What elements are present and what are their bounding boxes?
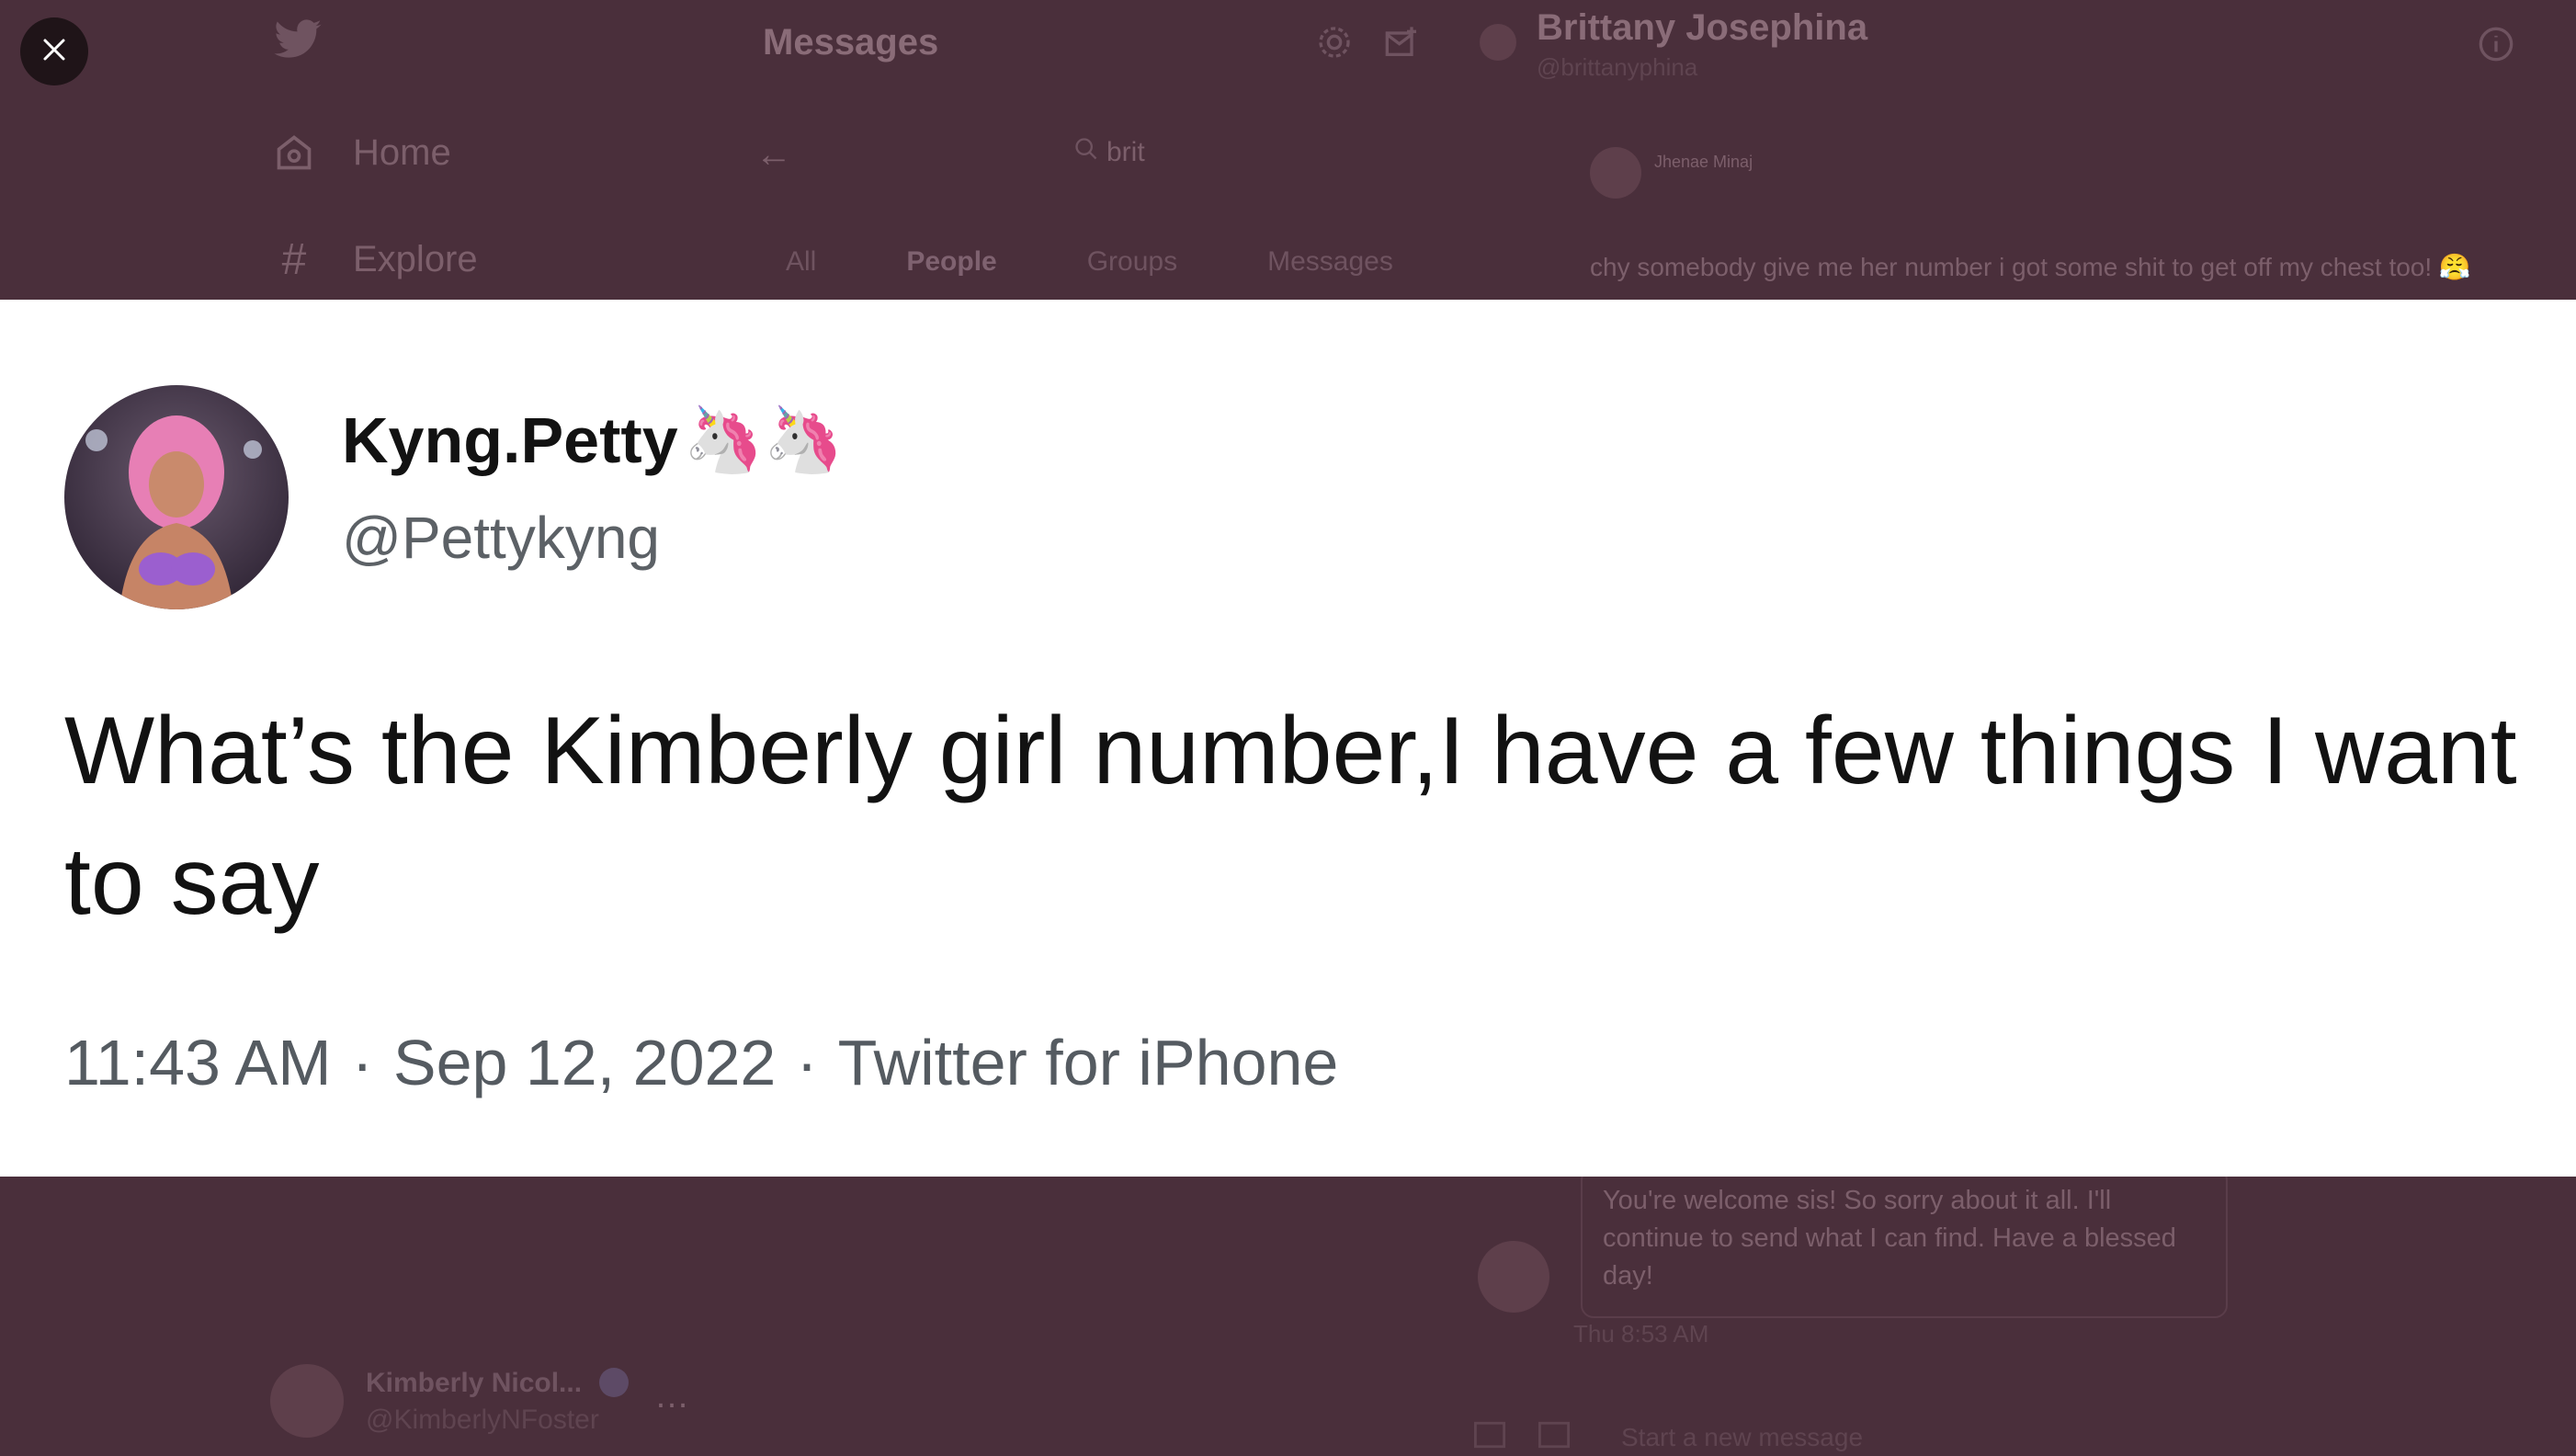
image-upload-icon[interactable] <box>1474 1421 1505 1453</box>
close-button[interactable] <box>20 17 88 85</box>
sender-avatar <box>1478 1241 1549 1313</box>
meta-separator: · <box>796 1027 818 1098</box>
tweet-date: Sep 12, 2022 <box>392 1027 777 1098</box>
tweet-time: 11:43 AM <box>64 1027 332 1098</box>
message-composer[interactable]: Start a new message <box>1621 1423 1863 1452</box>
tweet-source: Twitter for iPhone <box>837 1027 1339 1098</box>
tab-people[interactable]: People <box>906 246 996 278</box>
nav-home-label: Home <box>353 131 451 173</box>
quoted-avatar <box>1590 147 1641 199</box>
verified-badge-icon <box>599 1368 629 1397</box>
tweet-author-name-text: Kyng.Petty <box>342 404 678 476</box>
tab-messages[interactable]: Messages <box>1267 246 1393 278</box>
media-image: Kyng.Petty 🦄🦄 @Pettykyng What’s the Kimb… <box>0 300 2576 1177</box>
new-message-icon[interactable] <box>1384 24 1421 65</box>
tab-all[interactable]: All <box>786 246 816 278</box>
nav-explore-label: Explore <box>353 238 478 279</box>
home-icon <box>272 131 316 175</box>
quoted-text: chy somebody give me her number i got so… <box>1590 253 2471 281</box>
twitter-logo-icon[interactable] <box>272 18 323 67</box>
search-tabs: All People Groups Messages <box>786 246 1393 278</box>
conversation-avatar[interactable] <box>1480 24 1516 61</box>
unicorn-emoji-icon: 🦄🦄 <box>683 404 844 475</box>
tweet-meta: 11:43 AM · Sep 12, 2022 · Twitter for iP… <box>64 1026 1338 1099</box>
meta-separator: · <box>351 1027 373 1098</box>
search-field[interactable]: brit <box>1073 136 1145 169</box>
gif-icon[interactable] <box>1538 1421 1570 1453</box>
hashtag-icon: # <box>281 234 307 284</box>
more-options-icon[interactable]: … <box>654 1377 689 1416</box>
tweet-author-name: Kyng.Petty 🦄🦄 <box>342 403 844 478</box>
back-arrow-icon[interactable]: ← <box>755 134 792 176</box>
message-timestamp: Thu 8:53 AM <box>1573 1320 1709 1348</box>
conversation-name: Brittany Josephina <box>1537 7 1868 48</box>
settings-gear-icon[interactable] <box>1316 24 1353 65</box>
account-name: Kimberly Nicol... <box>366 1368 583 1398</box>
messages-header-title: Messages <box>763 22 939 63</box>
search-icon <box>1073 136 1099 169</box>
nav-home[interactable]: Home <box>272 131 451 175</box>
message-text: You're welcome sis! So sorry about it al… <box>1603 1186 2176 1291</box>
tweet-text: What’s the Kimberly girl number,I have a… <box>64 698 2517 935</box>
conversation-handle: @brittanyphina <box>1537 53 1698 81</box>
account-avatar[interactable] <box>270 1364 344 1438</box>
quoted-name: Jhenae Minaj <box>1654 153 1753 171</box>
account-handle: @KimberlyNFoster <box>366 1405 599 1435</box>
search-value: brit <box>1106 137 1145 167</box>
tweet-author-handle: @Pettykyng <box>342 505 660 571</box>
tweet-author-avatar <box>64 385 289 609</box>
nav-explore[interactable]: # Explore <box>272 234 478 284</box>
close-icon <box>40 36 68 68</box>
tab-groups[interactable]: Groups <box>1087 246 1177 278</box>
info-icon[interactable] <box>2478 26 2514 67</box>
